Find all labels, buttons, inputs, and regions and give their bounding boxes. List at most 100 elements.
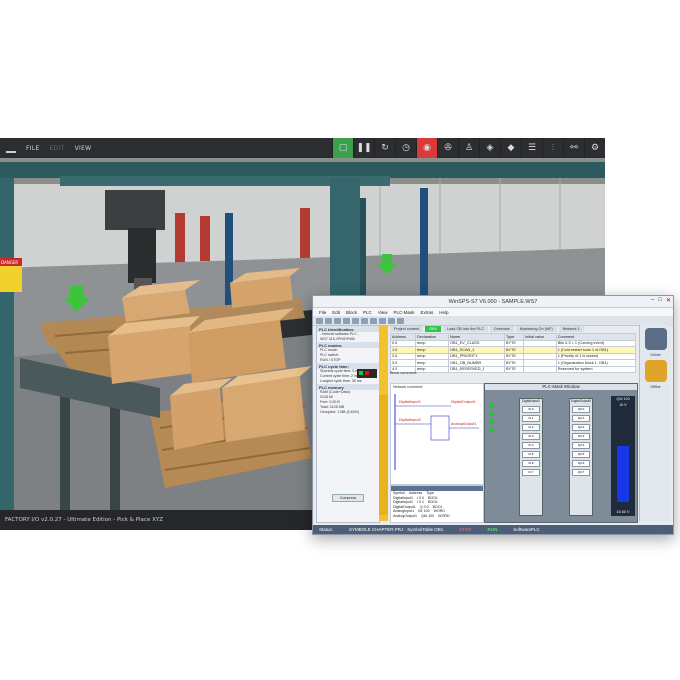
ladder-editor[interactable]: Network comment: DigitalInput1 DigitalIn… xyxy=(390,383,484,485)
table-cell xyxy=(523,365,557,373)
minimize-icon[interactable]: – xyxy=(651,297,654,304)
undo-icon[interactable] xyxy=(370,317,377,324)
output-cell[interactable]: Q0.3 xyxy=(572,433,590,440)
reset-icon[interactable]: ↻ xyxy=(374,138,395,158)
led-column xyxy=(489,404,494,436)
output-cell[interactable]: Q0.0 xyxy=(572,406,590,413)
winsps-body: PLC Identification: - Internal software … xyxy=(313,325,673,525)
window-title: WinSPS-S7 V6.000 - SAMPLE.WS7 xyxy=(448,298,538,305)
menu-item[interactable]: Help xyxy=(439,310,448,315)
diamond-icon[interactable]: ◆ xyxy=(500,138,521,158)
right-panel: Online Offline xyxy=(639,325,671,521)
menu-item[interactable]: Edit xyxy=(332,310,340,315)
status-text: SYMBOLE CHAPTER.PRJ - SymbolTable OB1 xyxy=(349,527,444,532)
cut-icon[interactable] xyxy=(343,317,350,324)
run-stop-switch[interactable] xyxy=(357,369,377,378)
output-cell[interactable]: Q0.4 xyxy=(572,442,590,449)
led-icon xyxy=(489,428,493,432)
led-icon xyxy=(489,420,493,424)
drop-icon[interactable]: ◈ xyxy=(479,138,500,158)
symbol-table: Symbol Address Type DigitalInput1 I 0.0 BOOL… xyxy=(390,485,484,523)
pause-icon[interactable]: ❚❚ xyxy=(353,138,374,158)
column-label: DigitalInput0 xyxy=(522,399,540,403)
analog-output-gauge[interactable]: QW 100 10 V 10.00 V xyxy=(611,396,635,516)
input-cell[interactable]: I0.1 xyxy=(522,415,540,422)
list-icon[interactable]: ☰ xyxy=(521,138,542,158)
close-icon[interactable]: ✕ xyxy=(666,297,671,304)
input-cell[interactable]: I0.6 xyxy=(522,460,540,467)
select-icon[interactable]: ▢ xyxy=(332,138,353,158)
led-icon xyxy=(489,412,493,416)
menu-item[interactable]: PLC xyxy=(363,310,372,315)
person-icon[interactable]: ♙ xyxy=(458,138,479,158)
input-cell[interactable]: I0.2 xyxy=(522,424,540,431)
table-row[interactable]: 4.0 temp OB1_RESERVED_1 BYTE Reserved for sy… xyxy=(389,365,637,373)
input-cell[interactable]: I0.3 xyxy=(522,433,540,440)
fan-icon[interactable]: ✇ xyxy=(437,138,458,158)
online-button[interactable] xyxy=(644,328,667,350)
menu-item[interactable]: Block xyxy=(346,310,357,315)
camera-icon[interactable]: ◉ xyxy=(416,138,437,158)
tab-overview[interactable]: Overview xyxy=(489,326,514,332)
menu-file[interactable]: FILE xyxy=(26,145,40,152)
digital-output-column: DigitalOutput0 Q0.0 Q0.1 Q0.2 Q0.3 Q0.4 … xyxy=(569,398,593,516)
ladder-label: DigitalInput2 xyxy=(399,418,421,422)
tags-icon[interactable]: ⚯ xyxy=(563,138,584,158)
copy-icon[interactable] xyxy=(352,317,359,324)
input-cell[interactable]: I0.7 xyxy=(522,469,540,476)
redo-icon[interactable] xyxy=(379,317,386,324)
input-cell[interactable]: I0.0 xyxy=(522,406,540,413)
output-cell[interactable]: Q0.7 xyxy=(572,469,590,476)
output-cell[interactable]: Q0.2 xyxy=(572,424,590,431)
ladder-label: DigitalInput1 xyxy=(399,400,421,404)
input-cell[interactable]: I0.4 xyxy=(522,442,540,449)
compress-button[interactable]: Compress xyxy=(332,494,364,502)
menu-edit[interactable]: EDIT xyxy=(50,145,65,152)
run-label: RUN xyxy=(320,358,328,362)
table-row[interactable]: AnalogOutput1 QW 100 WORD xyxy=(391,514,483,519)
table-cell: WORD xyxy=(438,513,450,518)
output-cell[interactable]: Q0.6 xyxy=(572,460,590,467)
table-cell: AnalogOutput1 xyxy=(393,513,417,518)
led-icon xyxy=(489,404,493,408)
save-icon[interactable] xyxy=(334,317,341,324)
menu-item[interactable]: PLC-Mask xyxy=(394,310,415,315)
stop-label: STOP xyxy=(330,358,341,362)
column-label: DigitalOutput0 xyxy=(570,399,592,403)
winsps-title-bar: WinSPS-S7 V6.000 - SAMPLE.WS7 – □ ✕ xyxy=(313,296,673,308)
winsps-menu-bar: File Edit Block PLC View PLC-Mask Extras… xyxy=(313,308,673,316)
new-icon[interactable] xyxy=(316,317,323,324)
menu-item[interactable]: Extras xyxy=(421,310,434,315)
tab-monitoring[interactable]: Monitoring On (MF) xyxy=(515,326,557,332)
tab-network[interactable]: Network 1 xyxy=(558,326,584,332)
mask-title: PLC-Mask Window xyxy=(485,384,637,390)
editor-tabs: Project content OB1 Load OB into the PLC… xyxy=(390,325,636,332)
open-icon[interactable] xyxy=(325,317,332,324)
online-label: Online xyxy=(650,353,661,357)
find-icon[interactable] xyxy=(388,317,395,324)
menu-item[interactable]: File xyxy=(319,310,326,315)
print-icon[interactable] xyxy=(397,317,404,324)
ladder-label: AnalogOutput1 xyxy=(451,422,477,426)
output-cell[interactable]: Q0.5 xyxy=(572,451,590,458)
maximize-icon[interactable]: □ xyxy=(658,297,662,304)
side-tab-chapters[interactable] xyxy=(379,395,388,515)
run-led-icon xyxy=(359,371,363,375)
table-cell: QW 100 xyxy=(420,513,435,518)
status-text: STOP xyxy=(459,527,472,532)
paste-icon[interactable] xyxy=(361,317,368,324)
block-comment-label: Block comment: xyxy=(390,371,418,375)
output-cell[interactable]: Q0.1 xyxy=(572,415,590,422)
timer-icon[interactable]: ◷ xyxy=(395,138,416,158)
tab-ob1[interactable]: OB1 xyxy=(425,326,441,332)
input-cell[interactable]: I0.5 xyxy=(522,451,540,458)
tab-project-content[interactable]: Project content xyxy=(390,326,424,332)
gear-icon[interactable]: ⚙ xyxy=(584,138,605,158)
menu-view[interactable]: VIEW xyxy=(75,145,92,152)
winsps-status-bar: Status: SYMBOLE CHAPTER.PRJ - SymbolTabl… xyxy=(313,525,673,534)
digital-input-column: DigitalInput0 I0.0 I0.1 I0.2 I0.3 I0.4 I… xyxy=(519,398,543,516)
offline-button[interactable] xyxy=(644,360,667,382)
menu-item[interactable]: View xyxy=(378,310,388,315)
tab-load-ob[interactable]: Load OB into the PLC xyxy=(442,326,488,332)
signal-icon[interactable]: ⫶ xyxy=(542,138,563,158)
